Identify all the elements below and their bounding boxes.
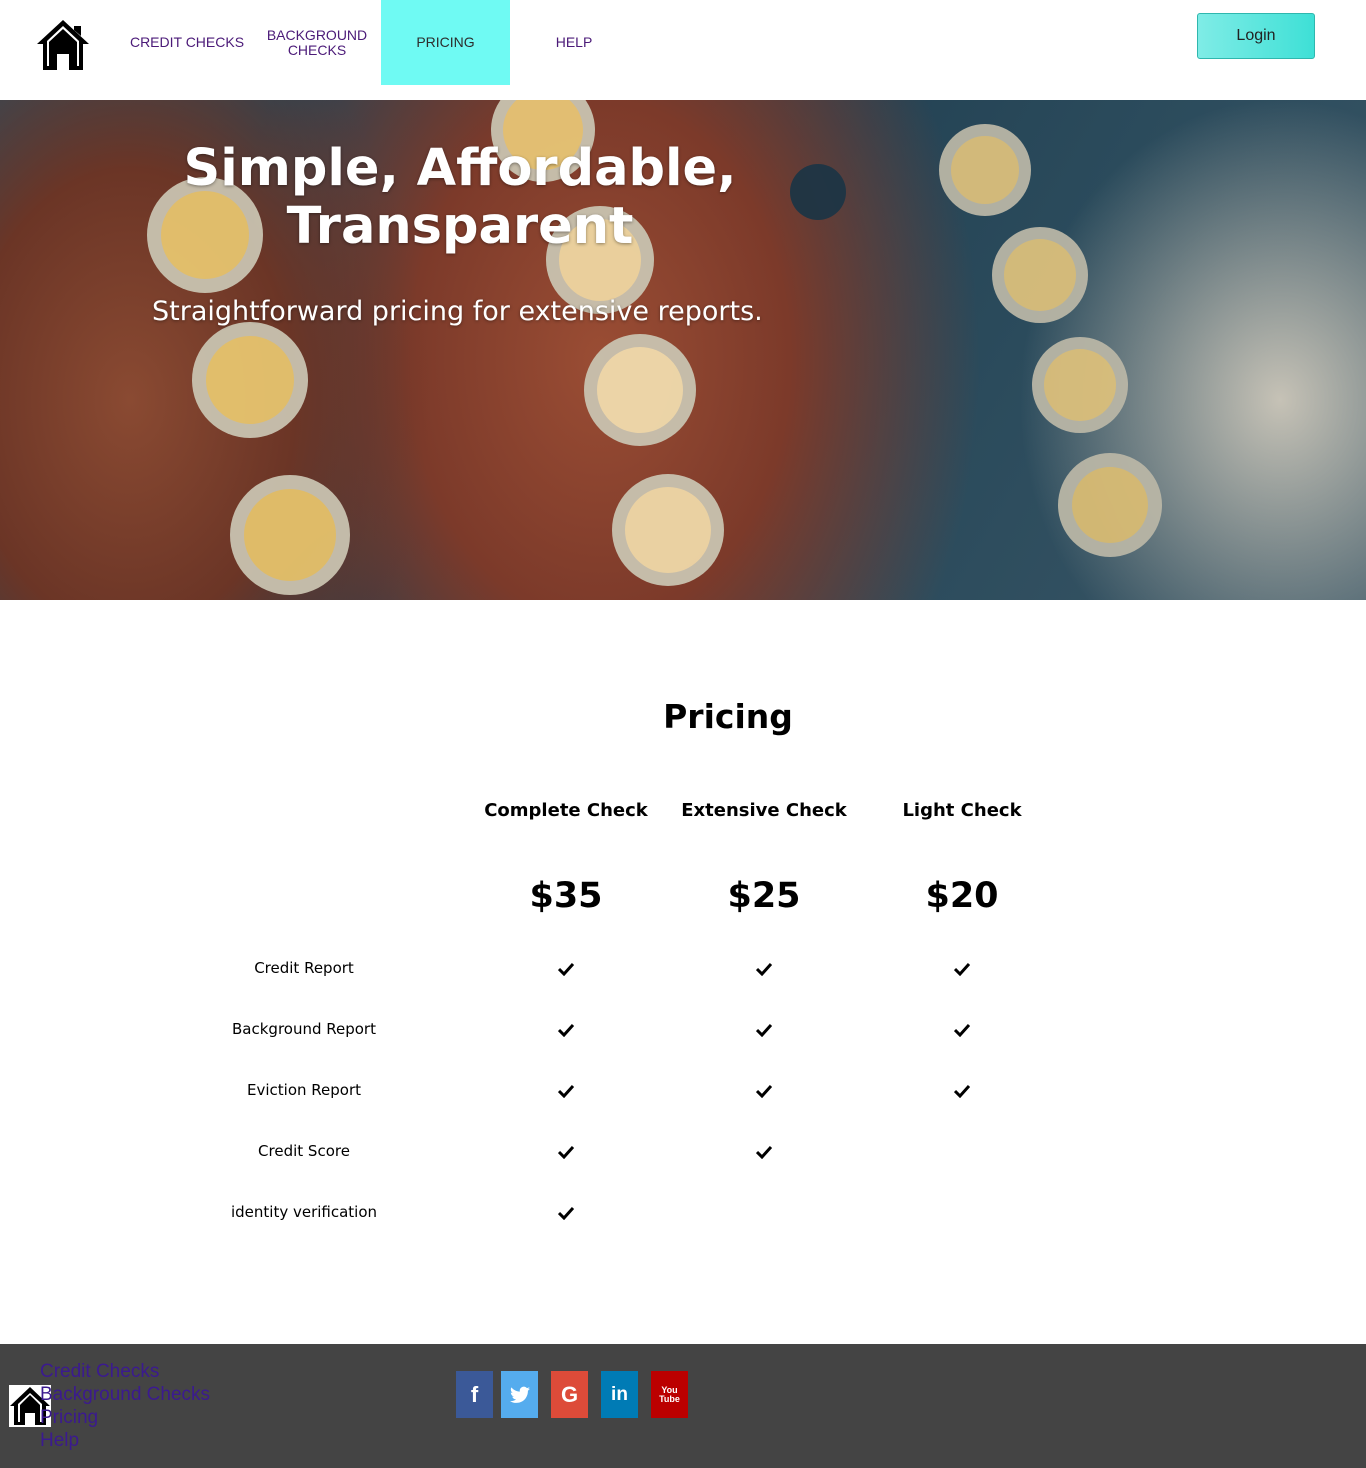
plan-price-extensive: $25 (727, 876, 801, 916)
checkmark-icon (954, 1023, 970, 1037)
google-icon[interactable]: G (551, 1371, 588, 1418)
plan-price-complete: $35 (529, 876, 603, 916)
footer: Credit Checks Background Checks Pricing … (0, 1344, 1366, 1468)
facebook-icon[interactable]: f (456, 1371, 493, 1418)
footer-link-background-checks[interactable]: Background Checks (40, 1383, 210, 1406)
footer-links: Credit Checks Background Checks Pricing … (40, 1360, 210, 1452)
linkedin-icon[interactable]: in (601, 1371, 638, 1418)
hero-banner: Simple, Affordable, Transparent Straight… (0, 100, 1366, 600)
checkmark-icon (558, 1145, 574, 1159)
checkmark-icon (558, 1023, 574, 1037)
checkmark-icon (558, 1206, 574, 1220)
checkmark-icon (756, 1145, 772, 1159)
checkmark-icon (756, 1084, 772, 1098)
checkmark-icon (954, 962, 970, 976)
nav-item-pricing[interactable]: Pricing (381, 0, 510, 85)
feature-label-eviction-report: Eviction Report (247, 1081, 361, 1099)
nav-item-credit-checks[interactable]: Credit Checks (123, 0, 251, 85)
feature-label-background-report: Background Report (232, 1020, 376, 1038)
login-button[interactable]: Login (1197, 13, 1315, 59)
plan-price-light: $20 (925, 876, 999, 916)
footer-link-pricing[interactable]: Pricing (40, 1406, 210, 1429)
footer-link-help[interactable]: Help (40, 1429, 210, 1452)
youtube-icon[interactable]: You Tube (651, 1371, 688, 1418)
twitter-icon[interactable] (501, 1371, 538, 1418)
checkmark-icon (558, 1084, 574, 1098)
checkmark-icon (558, 962, 574, 976)
plan-name-extensive: Extensive Check (681, 800, 847, 821)
feature-label-identity-verification: identity verification (230, 1203, 378, 1221)
hero-title-line1: Simple, Affordable, (183, 139, 737, 198)
checkmark-icon (756, 1023, 772, 1037)
hero-title-line2: Transparent (286, 197, 634, 256)
nav-item-help[interactable]: Help (510, 0, 638, 85)
nav-item-background-checks[interactable]: Background Checks (252, 0, 382, 85)
footer-link-credit-checks[interactable]: Credit Checks (40, 1360, 210, 1383)
checkmark-icon (756, 962, 772, 976)
plan-name-light: Light Check (902, 800, 1022, 821)
feature-label-credit-score: Credit Score (258, 1142, 350, 1160)
hero-title: Simple, Affordable, Transparent (160, 140, 760, 256)
home-icon[interactable] (36, 18, 90, 72)
plan-name-complete: Complete Check (484, 800, 648, 821)
checkmark-icon (954, 1084, 970, 1098)
feature-label-credit-report: Credit Report (254, 959, 354, 977)
top-navbar: Credit Checks Background Checks Pricing … (0, 0, 1366, 100)
hero-subtitle: Straightforward pricing for extensive re… (152, 296, 763, 327)
pricing-title: Pricing (663, 697, 793, 736)
